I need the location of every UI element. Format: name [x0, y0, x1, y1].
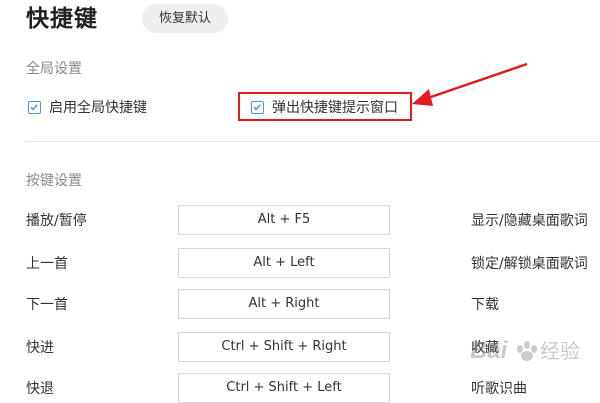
key-label-song-recognition: 听歌识曲 — [471, 381, 527, 397]
key-label-toggle-desktop-lyrics: 显示/隐藏桌面歌词 — [471, 213, 588, 229]
checkbox-checked-icon[interactable] — [28, 100, 41, 114]
annotation-highlight-box — [238, 92, 412, 121]
key-input-next[interactable]: Alt + Right — [178, 289, 390, 319]
key-label-previous: 上一首 — [26, 256, 68, 272]
key-label-lock-desktop-lyrics: 锁定/解锁桌面歌词 — [471, 256, 588, 272]
key-label-favorite: 收藏 — [471, 340, 499, 356]
enable-global-shortcuts-checkbox[interactable]: 启用全局快捷键 — [28, 97, 147, 117]
global-settings-title: 全局设置 — [26, 61, 82, 77]
key-label-rewind: 快退 — [26, 381, 54, 397]
key-input-previous[interactable]: Alt + Left — [178, 248, 390, 278]
key-label-next: 下一首 — [26, 297, 68, 313]
key-label-play-pause: 播放/暂停 — [26, 213, 87, 229]
key-input-fast-forward[interactable]: Ctrl + Shift + Right — [178, 332, 390, 362]
enable-global-shortcuts-label: 启用全局快捷键 — [49, 100, 147, 116]
svg-text:经验: 经验 — [540, 339, 580, 363]
restore-defaults-button[interactable]: 恢复默认 — [142, 4, 228, 33]
key-input-play-pause[interactable]: Alt + F5 — [178, 205, 390, 235]
key-input-rewind[interactable]: Ctrl + Shift + Left — [178, 373, 390, 403]
key-label-fast-forward: 快进 — [26, 340, 54, 356]
page-title: 快捷键 — [26, 6, 98, 32]
key-label-download: 下载 — [471, 297, 499, 313]
key-settings-title: 按键设置 — [26, 173, 82, 189]
section-divider — [26, 141, 600, 142]
